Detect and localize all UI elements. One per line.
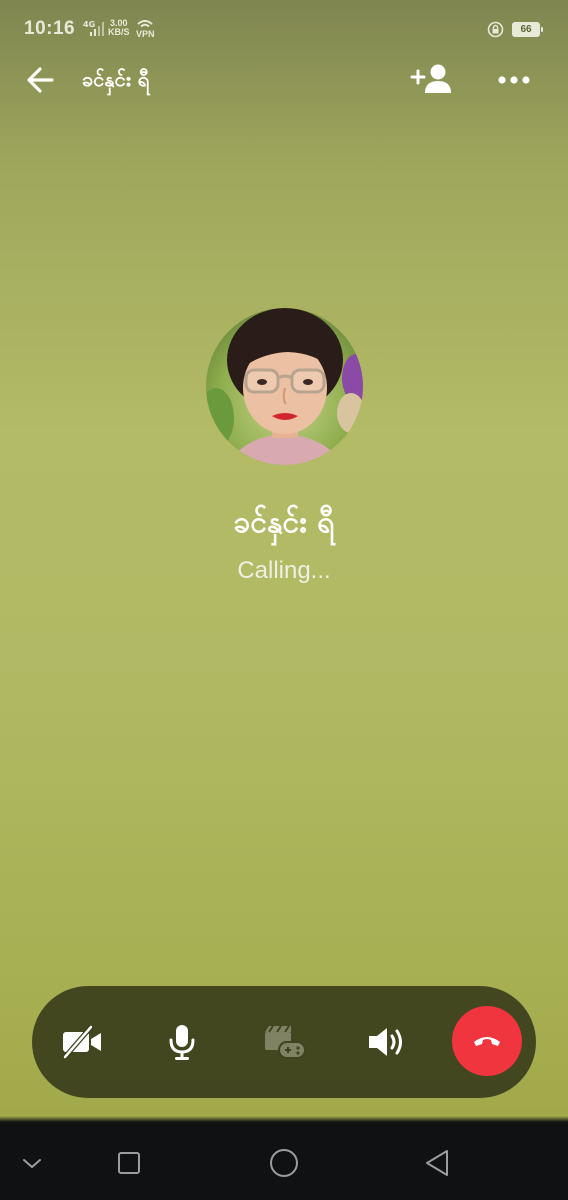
back-icon[interactable] — [420, 1145, 456, 1181]
vpn-indicator: VPN — [136, 20, 155, 39]
games-icon — [265, 1025, 306, 1059]
microphone-icon — [169, 1025, 195, 1060]
video-off-icon — [62, 1025, 101, 1059]
call-controls — [32, 986, 536, 1098]
caller-name: ခင်နှင်း ရီ — [233, 505, 335, 540]
back-arrow-icon[interactable] — [22, 60, 62, 100]
network-speed: 3.00 KB/S — [108, 19, 130, 37]
video-toggle-button[interactable] — [50, 1010, 114, 1074]
microphone-button[interactable] — [150, 1010, 214, 1074]
status-bar: 10:16 4G 3.00 KB/S VPN 66 — [0, 0, 568, 60]
home-icon[interactable] — [266, 1145, 302, 1181]
header-title: ခင်နှင်း ရီ — [82, 67, 150, 91]
network-speed-unit: KB/S — [108, 27, 130, 37]
system-nav-bar — [0, 1123, 568, 1200]
end-call-button[interactable] — [452, 1006, 522, 1076]
signal-icon — [90, 22, 104, 36]
speaker-button[interactable] — [354, 1010, 418, 1074]
rotation-lock-icon — [487, 21, 504, 38]
vpn-label: VPN — [136, 29, 155, 39]
status-time: 10:16 — [24, 18, 76, 39]
call-status: Calling... — [237, 557, 331, 584]
collapse-icon[interactable] — [14, 1145, 50, 1181]
battery-indicator: 66 — [512, 22, 543, 37]
recents-icon[interactable] — [111, 1145, 147, 1181]
games-button[interactable] — [252, 1010, 316, 1074]
speaker-icon — [369, 1028, 402, 1056]
end-call-icon — [474, 1037, 500, 1046]
call-screen: 10:16 4G 3.00 KB/S VPN 66 ခင်နှင်း ရီ ခင… — [0, 0, 568, 1200]
caller-avatar — [206, 308, 363, 465]
more-options-icon[interactable] — [494, 62, 534, 98]
vpn-wifi-icon — [137, 20, 153, 28]
add-person-icon[interactable] — [410, 60, 454, 100]
